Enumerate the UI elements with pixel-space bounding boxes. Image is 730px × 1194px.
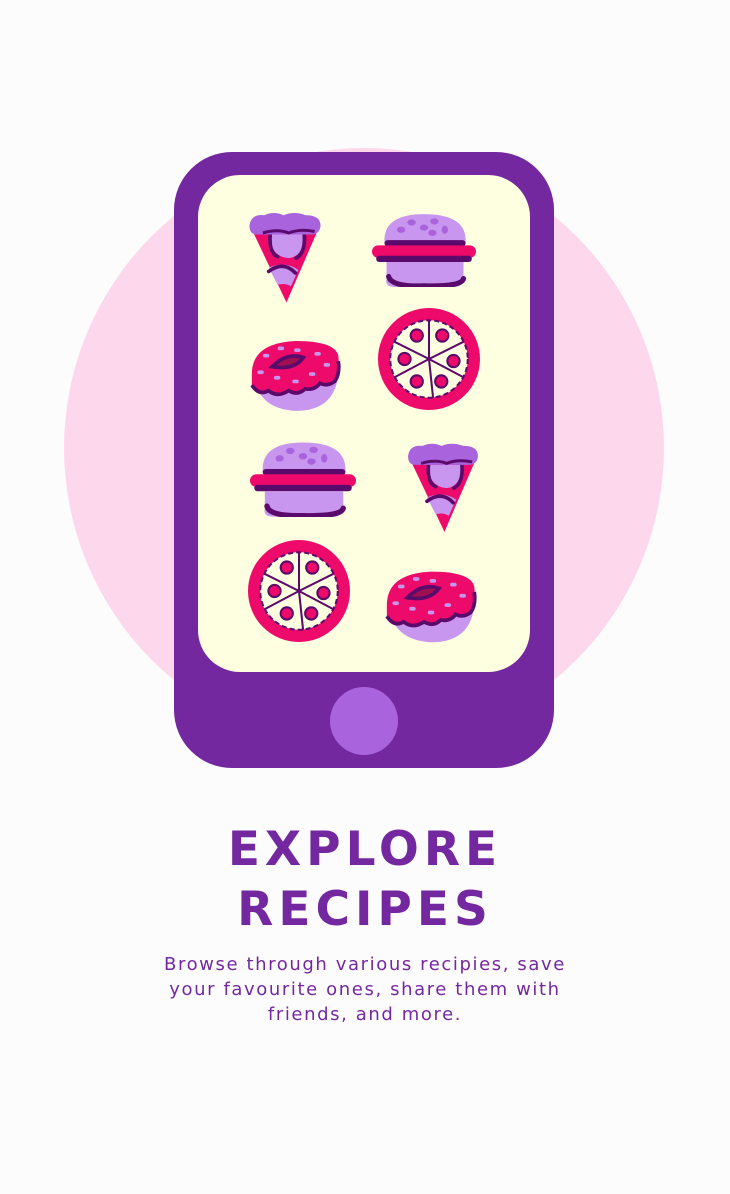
- donut-icon: [250, 337, 342, 413]
- burger-icon: [372, 212, 476, 287]
- description-line: friends, and more.: [267, 1004, 463, 1025]
- phone-screen: [198, 175, 530, 672]
- pizza-slice-icon: [248, 212, 322, 305]
- phone-illustration: [174, 152, 554, 768]
- description: Browse through various recipies, save yo…: [0, 952, 730, 1027]
- description-line: your favourite ones, share them with: [169, 979, 561, 1000]
- pizza-icon: [378, 308, 480, 410]
- burger-icon: [250, 440, 356, 517]
- pizza-icon: [248, 540, 350, 642]
- title-line-1: EXPLORE: [227, 822, 503, 877]
- description-line: Browse through various recipies, save: [164, 954, 566, 975]
- pizza-slice-icon: [406, 443, 480, 534]
- home-button: [330, 687, 398, 755]
- title-line-2: RECIPES: [237, 882, 493, 937]
- donut-icon: [385, 567, 478, 645]
